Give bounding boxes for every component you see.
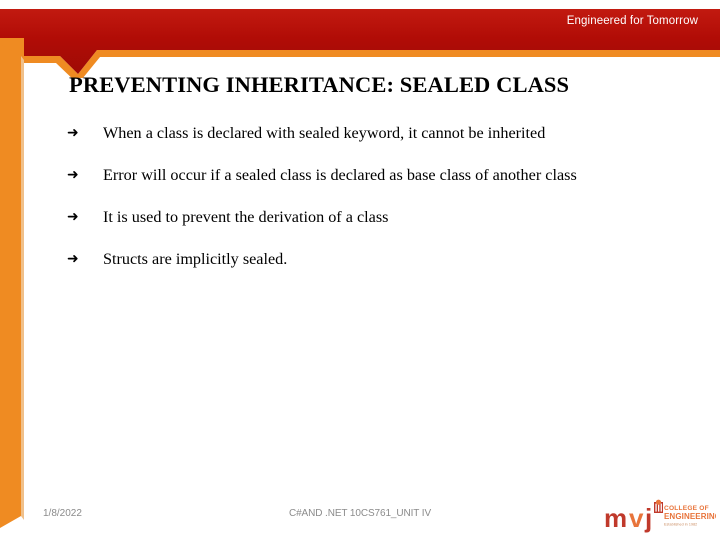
logo-tagline: Established in 1982 <box>664 523 697 527</box>
list-item-label: When a class is declared with sealed key… <box>103 124 546 142</box>
list-item: ➜ Error will occur if a sealed class is … <box>66 164 686 186</box>
logo-wordmark-v: v <box>629 503 644 533</box>
list-item: ➜ Structs are implicitly sealed. <box>66 248 686 270</box>
arrowhead-bullet-icon: ➜ <box>67 251 79 267</box>
logo-line1: COLLEGE OF <box>664 505 709 512</box>
mvj-college-logo: m v j COLLEGE OF ENGINEERING Established… <box>604 499 716 535</box>
logo-wordmark-j: j <box>644 503 651 533</box>
arrowhead-bullet-icon: ➜ <box>67 125 79 141</box>
bullet-list: ➜ When a class is declared with sealed k… <box>66 122 686 290</box>
slide-canvas: Engineered for Tomorrow PREVENTING INHER… <box>0 0 720 540</box>
header-tagline: Engineered for Tomorrow <box>566 15 698 27</box>
list-item-label: Structs are implicitly sealed. <box>103 250 288 268</box>
sidebar-bar-edge <box>21 56 24 520</box>
left-sidebar-accent <box>0 44 25 528</box>
logo-line2: ENGINEERING <box>664 512 716 521</box>
sidebar-bar-fill <box>0 44 21 528</box>
list-item: ➜ When a class is declared with sealed k… <box>66 122 686 144</box>
logo-wordmark: m <box>604 503 626 533</box>
list-item-label: It is used to prevent the derivation of … <box>103 208 389 226</box>
arrowhead-bullet-icon: ➜ <box>67 209 79 225</box>
list-item-label: Error will occur if a sealed class is de… <box>103 166 577 184</box>
header-banner: Engineered for Tomorrow <box>0 0 720 78</box>
header-corner-notch <box>0 0 44 9</box>
page-title: PREVENTING INHERITANCE: SEALED CLASS <box>69 72 570 97</box>
arrowhead-bullet-icon: ➜ <box>67 167 79 183</box>
logo-emblem <box>654 499 663 513</box>
list-item: ➜ It is used to prevent the derivation o… <box>66 206 686 228</box>
header-red-band <box>0 9 720 74</box>
